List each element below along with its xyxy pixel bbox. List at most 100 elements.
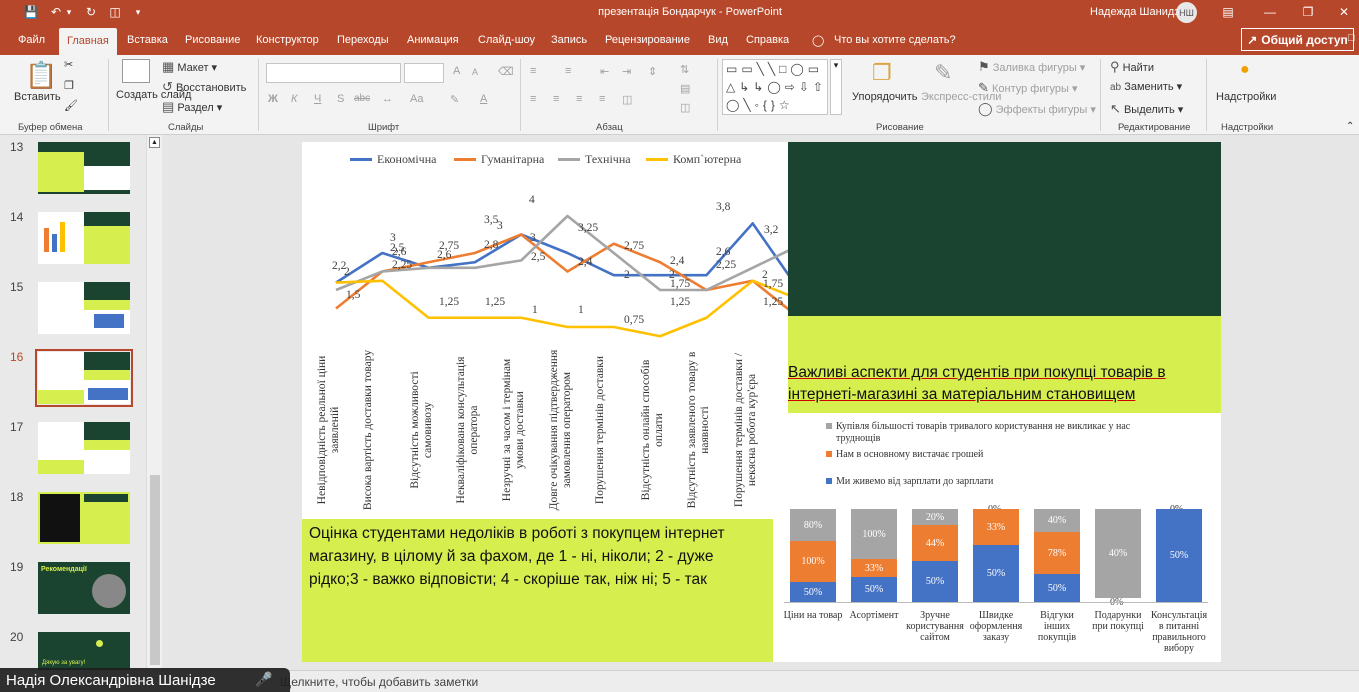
- columns-icon[interactable]: ◫: [622, 93, 632, 106]
- bullets-icon[interactable]: ≡: [530, 65, 536, 77]
- thumbnails-scrollbar[interactable]: ▲: [146, 135, 162, 670]
- data-label: 2,75: [624, 240, 644, 252]
- shadow-button[interactable]: S: [337, 93, 344, 105]
- find-button[interactable]: ⚲ Найти: [1110, 59, 1154, 75]
- customize-toolbar-icon[interactable]: ▾: [132, 4, 144, 20]
- section-icon: ▤: [162, 99, 175, 114]
- shape-outline-button[interactable]: ✎ Контур фигуры ▾: [978, 80, 1077, 96]
- slide-thumbnail-20[interactable]: Дякую за увагу!: [38, 632, 130, 670]
- ribbon-display-icon[interactable]: ▤: [1218, 3, 1238, 21]
- align-text-icon[interactable]: ▤: [680, 82, 690, 95]
- font-size-box[interactable]: [404, 63, 444, 83]
- share-button[interactable]: ↗ Общий доступ: [1241, 28, 1354, 51]
- arrange-icon[interactable]: ❐: [872, 60, 892, 86]
- slide-thumbnail-19[interactable]: Рекомендації: [38, 562, 130, 614]
- strikethrough-button[interactable]: abc: [354, 93, 370, 104]
- restore-icon[interactable]: ❐: [1298, 3, 1318, 21]
- tab-slideshow[interactable]: Слайд-шоу: [478, 34, 535, 46]
- underline-button[interactable]: Ч: [314, 93, 321, 105]
- shape-effects-button[interactable]: ◯ Эффекты фигуры ▾: [978, 101, 1096, 117]
- present-icon[interactable]: ◫: [106, 4, 124, 20]
- tab-view[interactable]: Вид: [708, 34, 728, 46]
- change-case-button[interactable]: Aa: [410, 93, 423, 105]
- close-icon[interactable]: ✕: [1334, 3, 1354, 21]
- tab-home[interactable]: Главная: [59, 28, 117, 55]
- addins-button[interactable]: Надстройки: [1216, 91, 1276, 103]
- select-button[interactable]: ↖ Выделить ▾: [1110, 101, 1183, 117]
- avatar[interactable]: НШ: [1176, 2, 1197, 23]
- shapes-gallery[interactable]: ▭▭╲╲□◯▭ △↳↳◯⇨⇩⇧ ◯╲◦{}☆: [722, 59, 828, 115]
- addins-icon[interactable]: ●: [1240, 61, 1250, 79]
- bar-segment: 33%: [851, 559, 897, 577]
- slide-thumbnail-16[interactable]: [35, 349, 133, 407]
- align-center-icon[interactable]: ≡: [553, 93, 559, 105]
- tab-transitions[interactable]: Переходы: [337, 34, 389, 46]
- scroll-up-icon[interactable]: ▲: [149, 137, 160, 148]
- divider: [717, 59, 718, 131]
- font-color-button[interactable]: A: [480, 93, 487, 105]
- tab-design[interactable]: Конструктор: [256, 34, 319, 46]
- slide-thumbnail-13[interactable]: [38, 142, 130, 194]
- bar-segment: 50%: [851, 577, 897, 602]
- tab-review[interactable]: Рецензирование: [605, 34, 690, 46]
- decrease-indent-icon[interactable]: ⇤: [600, 65, 609, 78]
- line-chart[interactable]: 2,221,532,62,52,252,752,61,253,532,81,25…: [302, 142, 788, 342]
- clipboard-icon[interactable]: 📋: [25, 60, 57, 91]
- new-slide-icon[interactable]: [122, 59, 150, 83]
- smartart-icon[interactable]: ◫: [680, 101, 690, 114]
- tab-record[interactable]: Запись: [551, 34, 587, 46]
- save-icon[interactable]: 💾: [22, 4, 40, 20]
- slide-canvas[interactable]: Оцінка студентами недоліків в роботі з п…: [302, 142, 1221, 662]
- align-left-icon[interactable]: ≡: [530, 93, 536, 105]
- shapes-more-icon[interactable]: ▾: [830, 59, 842, 115]
- numbering-icon[interactable]: ≡: [565, 65, 571, 77]
- dark-green-panel: [788, 142, 1221, 316]
- collapse-ribbon-icon[interactable]: ⌃: [1346, 121, 1354, 132]
- font-grow-button[interactable]: A: [453, 65, 460, 77]
- minimize-icon[interactable]: —: [1260, 3, 1280, 21]
- user-name[interactable]: Надежда Шанидзе: [1090, 6, 1185, 18]
- char-spacing-icon[interactable]: ↔: [382, 93, 393, 105]
- redo-icon[interactable]: ↻: [82, 4, 100, 20]
- align-right-icon[interactable]: ≡: [576, 93, 582, 105]
- text-direction-icon[interactable]: ⇅: [680, 63, 689, 76]
- shape-fill-button[interactable]: ⚑ Заливка фигуры ▾: [978, 59, 1085, 75]
- reset-button[interactable]: ↺ Восстановить: [162, 79, 246, 95]
- highlight-icon[interactable]: ✎: [450, 93, 459, 106]
- tell-me-search[interactable]: Что вы хотите сделать?: [834, 34, 956, 46]
- replace-button[interactable]: ab Заменить ▾: [1110, 80, 1182, 93]
- undo-dropdown-icon[interactable]: ▾: [64, 4, 74, 20]
- copy-icon[interactable]: ❐: [64, 79, 74, 92]
- slide-thumbnail-17[interactable]: [38, 422, 130, 474]
- slide-thumbnail-18[interactable]: [38, 492, 130, 544]
- tab-draw[interactable]: Рисование: [185, 34, 240, 46]
- arrange-button[interactable]: Упорядочить: [852, 91, 917, 103]
- caption-right[interactable]: Важливі аспекти для студентів при покупц…: [788, 362, 1221, 406]
- comments-icon[interactable]: □: [1348, 32, 1355, 44]
- tab-file[interactable]: Файл: [18, 34, 45, 46]
- tab-insert[interactable]: Вставка: [127, 34, 168, 46]
- notes-placeholder[interactable]: Щелкните, чтобы добавить заметки: [280, 675, 478, 689]
- slide-thumbnail-14[interactable]: [38, 212, 130, 264]
- undo-icon[interactable]: ↶: [47, 4, 65, 20]
- format-painter-icon[interactable]: 🖌: [64, 99, 78, 112]
- quick-styles-icon[interactable]: ✎: [934, 60, 952, 86]
- paste-button[interactable]: Вставить: [14, 91, 61, 103]
- tab-animations[interactable]: Анимация: [407, 34, 459, 46]
- font-shrink-button[interactable]: A: [472, 67, 478, 77]
- layout-button[interactable]: ▦ Макет ▾: [162, 59, 217, 75]
- font-name-box[interactable]: [266, 63, 401, 83]
- line-spacing-icon[interactable]: ⇕: [648, 65, 657, 78]
- tab-help[interactable]: Справка: [746, 34, 789, 46]
- data-label: 2: [344, 266, 350, 278]
- cut-icon[interactable]: ✂: [64, 58, 73, 71]
- clear-formatting-icon[interactable]: ⌫: [498, 65, 514, 78]
- increase-indent-icon[interactable]: ⇥: [622, 65, 631, 78]
- justify-icon[interactable]: ≡: [599, 93, 605, 105]
- scroll-thumb[interactable]: [150, 475, 160, 665]
- italic-button[interactable]: К: [291, 93, 297, 105]
- caption-left[interactable]: Оцінка студентами недоліків в роботі з п…: [309, 522, 771, 591]
- section-button[interactable]: ▤ Раздел ▾: [162, 99, 222, 115]
- bold-button[interactable]: Ж: [268, 93, 278, 105]
- slide-thumbnail-15[interactable]: [38, 282, 130, 334]
